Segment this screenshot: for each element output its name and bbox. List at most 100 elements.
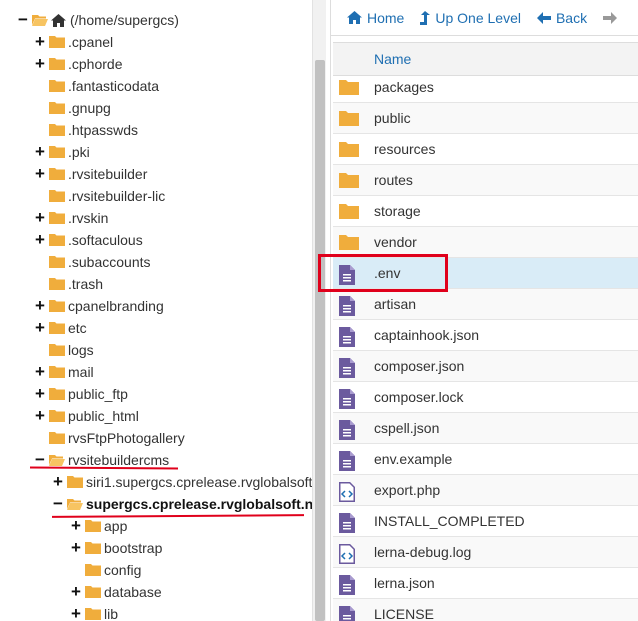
file-name: packages <box>374 79 434 95</box>
file-row[interactable]: cspell.json <box>333 413 638 444</box>
file-row[interactable]: packages <box>333 72 638 103</box>
tree-item[interactable]: lib <box>69 603 118 621</box>
folder-icon <box>67 476 83 488</box>
tree-item[interactable]: .cphorde <box>33 53 122 75</box>
tree-item[interactable]: .gnupg <box>33 97 111 119</box>
tree-item[interactable]: .trash <box>33 273 103 295</box>
up-one-level-button[interactable]: Up One Level <box>420 10 521 26</box>
tree-item-label: .rvsitebuilder-lic <box>68 188 166 204</box>
folder-icon <box>85 608 101 620</box>
file-row[interactable]: routes <box>333 165 638 196</box>
expand-toggle[interactable] <box>69 515 83 537</box>
expand-toggle[interactable] <box>51 471 65 493</box>
folder-icon <box>49 322 65 334</box>
home-button[interactable]: Home <box>347 10 404 26</box>
expand-toggle[interactable] <box>33 295 47 317</box>
tree-item[interactable]: .pki <box>33 141 90 163</box>
tree-item[interactable]: .rvsitebuilder-lic <box>33 185 165 207</box>
expand-toggle[interactable] <box>33 405 47 427</box>
tree-item[interactable]: siri1.supergcs.cprelease.rvglobalsoft.ne… <box>51 471 312 493</box>
folder-icon <box>339 110 359 128</box>
file-row[interactable]: lerna-debug.log <box>333 537 638 568</box>
file-name: export.php <box>374 482 441 498</box>
tree-item-label: public_html <box>68 408 139 424</box>
tree-root-label: (/home/supergcs) <box>70 12 179 28</box>
collapse-toggle[interactable] <box>16 9 30 31</box>
tree-item[interactable]: logs <box>33 339 94 361</box>
expand-toggle[interactable] <box>33 317 47 339</box>
tree-item[interactable]: etc <box>33 317 87 339</box>
toggle-spacer <box>69 559 83 581</box>
expand-toggle[interactable] <box>33 53 47 75</box>
folder-icon <box>85 520 101 532</box>
tree-item[interactable]: app <box>69 515 127 537</box>
file-name: composer.json <box>374 358 465 374</box>
tree-item-label: .pki <box>68 144 90 160</box>
tree-item[interactable]: supergcs.cprelease.rvglobalsoft.net <box>51 493 312 515</box>
tree-item[interactable]: .rvskin <box>33 207 108 229</box>
expand-toggle[interactable] <box>33 207 47 229</box>
file-row[interactable]: resources <box>333 134 638 165</box>
expand-toggle[interactable] <box>33 229 47 251</box>
text-file-icon <box>339 513 357 533</box>
up-one-level-label: Up One Level <box>435 9 521 26</box>
file-row[interactable]: composer.lock <box>333 382 638 413</box>
file-row[interactable]: storage <box>333 196 638 227</box>
folder-icon <box>49 388 65 400</box>
tree-item[interactable]: bootstrap <box>69 537 162 559</box>
tree-item[interactable]: public_ftp <box>33 383 128 405</box>
tree-item[interactable]: cpanelbranding <box>33 295 164 317</box>
file-row[interactable]: export.php <box>333 475 638 506</box>
scrollbar-thumb[interactable] <box>315 60 325 621</box>
tree-item[interactable]: .rvsitebuilder <box>33 163 147 185</box>
folder-icon <box>339 234 359 252</box>
file-row[interactable]: lerna.json <box>333 568 638 599</box>
tree-scrollbar[interactable] <box>312 0 326 621</box>
folder-icon <box>49 146 65 158</box>
file-row[interactable]: INSTALL_COMPLETED <box>333 506 638 537</box>
expand-toggle[interactable] <box>69 581 83 603</box>
tree-item[interactable]: .softaculous <box>33 229 143 251</box>
column-header[interactable]: Name <box>333 42 638 76</box>
text-file-icon <box>339 358 357 378</box>
toggle-spacer <box>33 97 47 119</box>
expand-toggle[interactable] <box>33 141 47 163</box>
name-column-header[interactable]: Name <box>374 51 411 67</box>
expand-toggle[interactable] <box>69 537 83 559</box>
level-up-icon <box>420 10 431 25</box>
expand-toggle[interactable] <box>33 383 47 405</box>
expand-toggle[interactable] <box>69 603 83 621</box>
forward-button[interactable] <box>603 11 622 24</box>
tree-item[interactable]: mail <box>33 361 94 383</box>
back-button[interactable]: Back <box>536 10 587 26</box>
folder-icon <box>339 172 359 190</box>
file-row[interactable]: LICENSE <box>333 599 638 621</box>
tree-root[interactable]: (/home/supergcs) <box>16 9 179 31</box>
expand-toggle[interactable] <box>33 361 47 383</box>
tree-item[interactable]: database <box>69 581 162 603</box>
folder-icon <box>49 212 65 224</box>
tree-item[interactable]: .cpanel <box>33 31 113 53</box>
file-row[interactable]: artisan <box>333 289 638 320</box>
toggle-spacer <box>33 75 47 97</box>
tree-item[interactable]: .subaccounts <box>33 251 151 273</box>
collapse-toggle[interactable] <box>51 493 65 515</box>
code-file-icon <box>339 544 357 564</box>
expand-toggle[interactable] <box>33 31 47 53</box>
open-folder-icon <box>67 498 83 510</box>
file-row[interactable]: env.example <box>333 444 638 475</box>
file-name: resources <box>374 141 436 157</box>
expand-toggle[interactable] <box>33 163 47 185</box>
tree-item[interactable]: config <box>69 559 141 581</box>
tree-item-label: .gnupg <box>68 100 111 116</box>
file-row[interactable]: composer.json <box>333 351 638 382</box>
tree-item[interactable]: rvsFtpPhotogallery <box>33 427 185 449</box>
tree-item[interactable]: .fantasticodata <box>33 75 159 97</box>
folder-icon <box>49 80 65 92</box>
file-row[interactable]: public <box>333 103 638 134</box>
file-row[interactable]: captainhook.json <box>333 320 638 351</box>
tree-item[interactable]: public_html <box>33 405 139 427</box>
toggle-spacer <box>33 251 47 273</box>
tree-item-label: .softaculous <box>68 232 143 248</box>
tree-item[interactable]: .htpasswds <box>33 119 138 141</box>
